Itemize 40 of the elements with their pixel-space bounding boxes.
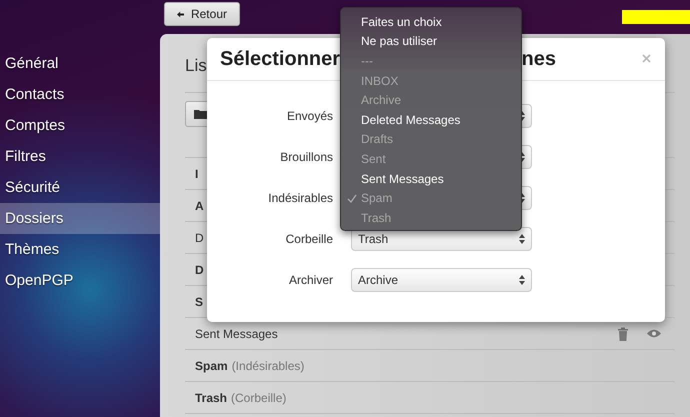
folder-name: I [195,166,198,180]
sidebar-item[interactable]: Sécurité [0,172,160,203]
field-label: Brouillons [279,150,333,164]
folder-name: Spam [195,358,228,372]
sidebar-item[interactable]: Général [0,48,160,79]
select-arrows-icon [519,274,525,284]
folder-name: D [195,262,204,276]
field-label: Envoyés [286,108,333,122]
sidebar-item[interactable]: Filtres [0,141,160,172]
dropdown-option[interactable]: Ne pas utiliser [341,32,521,52]
field-label: Corbeille [284,232,333,246]
folder-icon [194,109,206,119]
sidebar-item[interactable]: Comptes [0,110,160,141]
select-arrows-icon [519,110,525,120]
field-label: Archiver [288,272,333,286]
folder-role: (Corbeille) [231,390,286,404]
folder-role: (Indésirables) [232,358,304,372]
back-button[interactable]: Retour [164,2,240,26]
folder-select[interactable]: Archive [351,268,532,292]
folder-name: D [195,230,204,244]
sidebar-item[interactable]: Dossiers [0,203,160,234]
arrow-left-icon [177,10,184,18]
sidebar-item[interactable]: OpenPGP [0,265,160,296]
sidebar-item[interactable]: Thèmes [0,234,160,265]
folder-name: A [195,198,204,212]
select-arrows-icon [519,152,525,162]
folder-name: Sent Messages [195,326,278,340]
folder-name: Trash [195,390,228,404]
folder-name: S [195,294,204,308]
sidebar-item[interactable]: Contacts [0,79,160,110]
trash-icon[interactable] [617,326,629,340]
dropdown-option[interactable]: Faites un choix [341,12,521,32]
dropdown-option[interactable]: Deleted Messages [341,110,521,130]
close-icon[interactable] [642,54,651,63]
dropdown-option[interactable]: Sent Messages [341,168,521,188]
field-label: Indésirables [267,190,333,204]
eye-icon[interactable] [647,329,661,338]
select-arrows-icon [519,234,525,244]
select-arrows-icon [519,192,525,202]
redaction-bar [622,10,690,24]
